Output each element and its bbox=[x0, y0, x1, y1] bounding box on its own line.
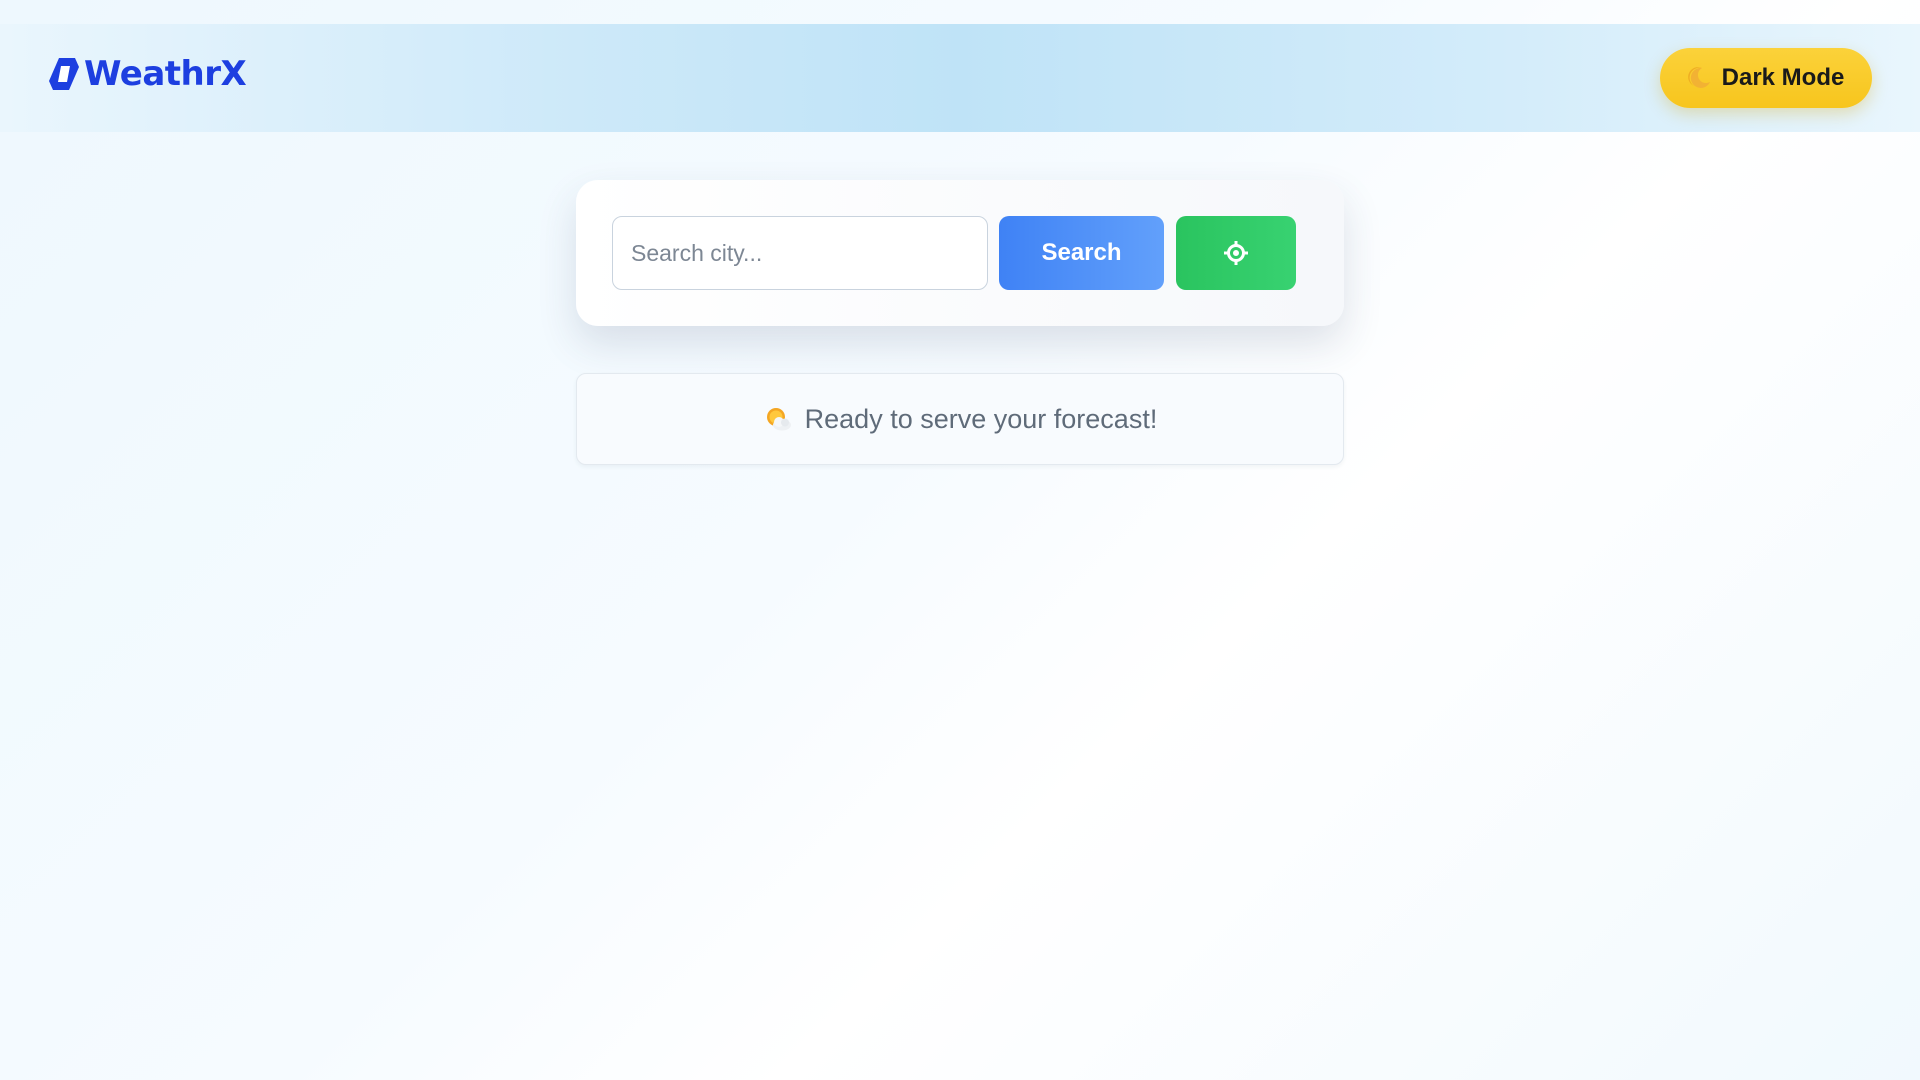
dark-mode-label: Dark Mode bbox=[1721, 64, 1845, 91]
status-message: Ready to serve your forecast! bbox=[804, 403, 1158, 434]
search-button[interactable]: Search bbox=[999, 216, 1164, 290]
app-name: WeathrX bbox=[84, 54, 247, 94]
sun-behind-cloud-icon bbox=[766, 408, 791, 431]
city-search-input[interactable] bbox=[612, 216, 988, 290]
location-crosshair-icon bbox=[1224, 241, 1248, 265]
search-card: Search bbox=[576, 180, 1344, 326]
use-my-location-button[interactable] bbox=[1176, 216, 1296, 290]
app-logo[interactable]: WeathrX bbox=[48, 52, 247, 96]
app-header: WeathrX Dark Mode bbox=[0, 24, 1920, 132]
bolt-hex-icon bbox=[49, 58, 79, 90]
moon-icon bbox=[1687, 67, 1710, 88]
dark-mode-toggle-button[interactable]: Dark Mode bbox=[1660, 48, 1872, 108]
status-message-card: Ready to serve your forecast! bbox=[576, 373, 1344, 465]
